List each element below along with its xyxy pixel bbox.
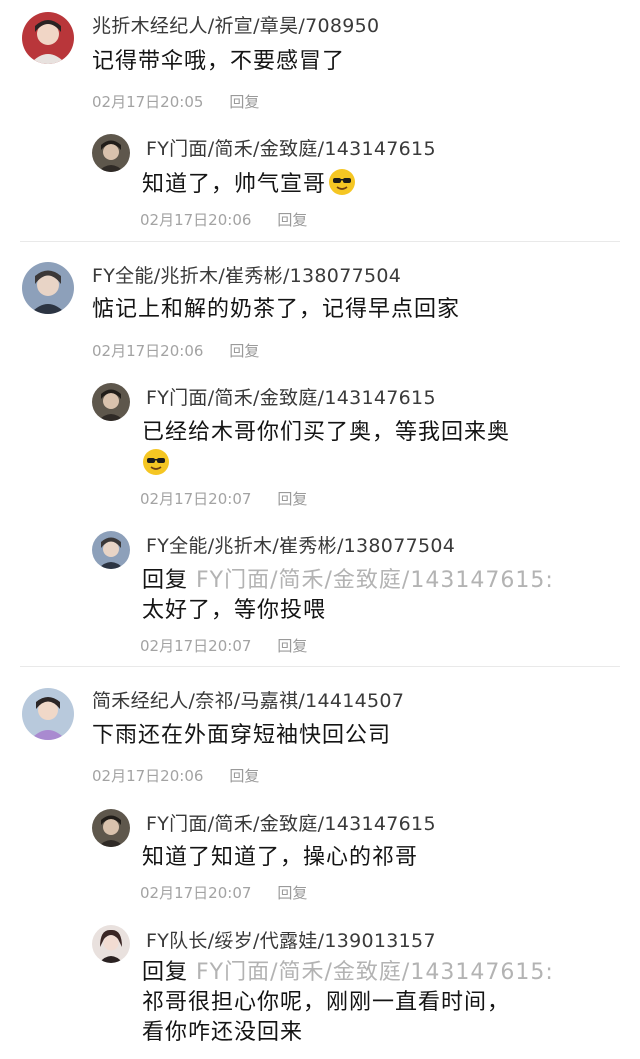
comment-meta: 02月17日20:06 回复 — [92, 765, 259, 786]
comment-time: 02月17日20:06 — [92, 342, 204, 360]
avatar[interactable] — [92, 134, 130, 172]
avatar[interactable] — [22, 262, 74, 314]
reply-meta: 02月17日20:07 回复 — [140, 635, 307, 656]
reply-author[interactable]: FY门面/简禾/金致庭/143147615 — [146, 134, 436, 161]
reply-meta: 02月17日20:07 回复 — [140, 882, 307, 903]
comment-author[interactable]: 简禾经纪人/奈祁/马嘉祺/14414507 — [92, 686, 404, 713]
reply-author[interactable]: FY门面/简禾/金致庭/143147615 — [146, 383, 436, 410]
reply-text-body-continued: 看你咋还没回来 — [142, 1020, 304, 1045]
reply-author[interactable]: FY全能/兆折木/崔秀彬/138077504 — [146, 531, 455, 558]
reply-text: 回复 FY门面/简禾/金致庭/143147615: — [142, 958, 554, 988]
avatar[interactable] — [22, 688, 74, 740]
comment-text: 下雨还在外面穿短袖快回公司 — [92, 723, 392, 748]
avatar[interactable] — [92, 383, 130, 421]
reply-text-body: 太好了，等你投喂 — [142, 598, 327, 623]
reply-button[interactable]: 回复 — [277, 637, 307, 655]
divider — [20, 666, 620, 667]
reply-button[interactable]: 回复 — [277, 490, 307, 508]
reply-text: 知道了，帅气宣哥 — [142, 168, 356, 200]
comment-time: 02月17日20:05 — [92, 93, 204, 111]
reply-meta: 02月17日20:07 回复 — [140, 488, 307, 509]
comment-author[interactable]: FY全能/兆折木/崔秀彬/138077504 — [92, 261, 401, 288]
comment-text: 惦记上和解的奶茶了，记得早点回家 — [92, 297, 461, 322]
comment-author[interactable]: 兆折木经纪人/祈宣/章昊/708950 — [92, 11, 379, 38]
reply-button[interactable]: 回复 — [229, 342, 259, 360]
reply-prefix: 回复 — [142, 568, 189, 593]
avatar[interactable] — [22, 12, 74, 64]
reply-text-body: 知道了，帅气宣哥 — [142, 172, 327, 197]
reply-time: 02月17日20:07 — [140, 637, 252, 655]
reply-text: 回复 FY门面/简禾/金致庭/143147615: — [142, 566, 554, 596]
reply-button[interactable]: 回复 — [229, 93, 259, 111]
comment-meta: 02月17日20:05 回复 — [92, 91, 259, 112]
reply-text-emoji-line — [142, 448, 170, 480]
reply-button[interactable]: 回复 — [229, 767, 259, 785]
reply-text: 知道了知道了，操心的祁哥 — [142, 845, 419, 870]
reply-meta: 02月17日20:06 回复 — [140, 209, 307, 230]
avatar[interactable] — [92, 531, 130, 569]
comment-meta: 02月17日20:06 回复 — [92, 340, 259, 361]
reply-button[interactable]: 回复 — [277, 211, 307, 229]
avatar[interactable] — [92, 925, 130, 963]
reply-prefix: 回复 — [142, 960, 189, 985]
reply-time: 02月17日20:06 — [140, 211, 252, 229]
comment-time: 02月17日20:06 — [92, 767, 204, 785]
reply-time: 02月17日20:07 — [140, 884, 252, 902]
avatar[interactable] — [92, 809, 130, 847]
reply-target-link[interactable]: FY门面/简禾/金致庭/143147615: — [196, 568, 554, 593]
reply-target-link[interactable]: FY门面/简禾/金致庭/143147615: — [196, 960, 554, 985]
sunglasses-emoji-icon — [142, 448, 170, 476]
reply-author[interactable]: FY队长/绥岁/代露娃/139013157 — [146, 926, 436, 953]
comment-text: 记得带伞哦，不要感冒了 — [92, 49, 346, 74]
reply-author[interactable]: FY门面/简禾/金致庭/143147615 — [146, 809, 436, 836]
reply-button[interactable]: 回复 — [277, 884, 307, 902]
divider — [20, 241, 620, 242]
reply-text: 已经给木哥你们买了奥，等我回来奥 — [142, 420, 511, 445]
reply-time: 02月17日20:07 — [140, 490, 252, 508]
sunglasses-emoji-icon — [328, 168, 356, 196]
reply-text-body: 祁哥很担心你呢，刚刚一直看时间， — [142, 990, 511, 1015]
